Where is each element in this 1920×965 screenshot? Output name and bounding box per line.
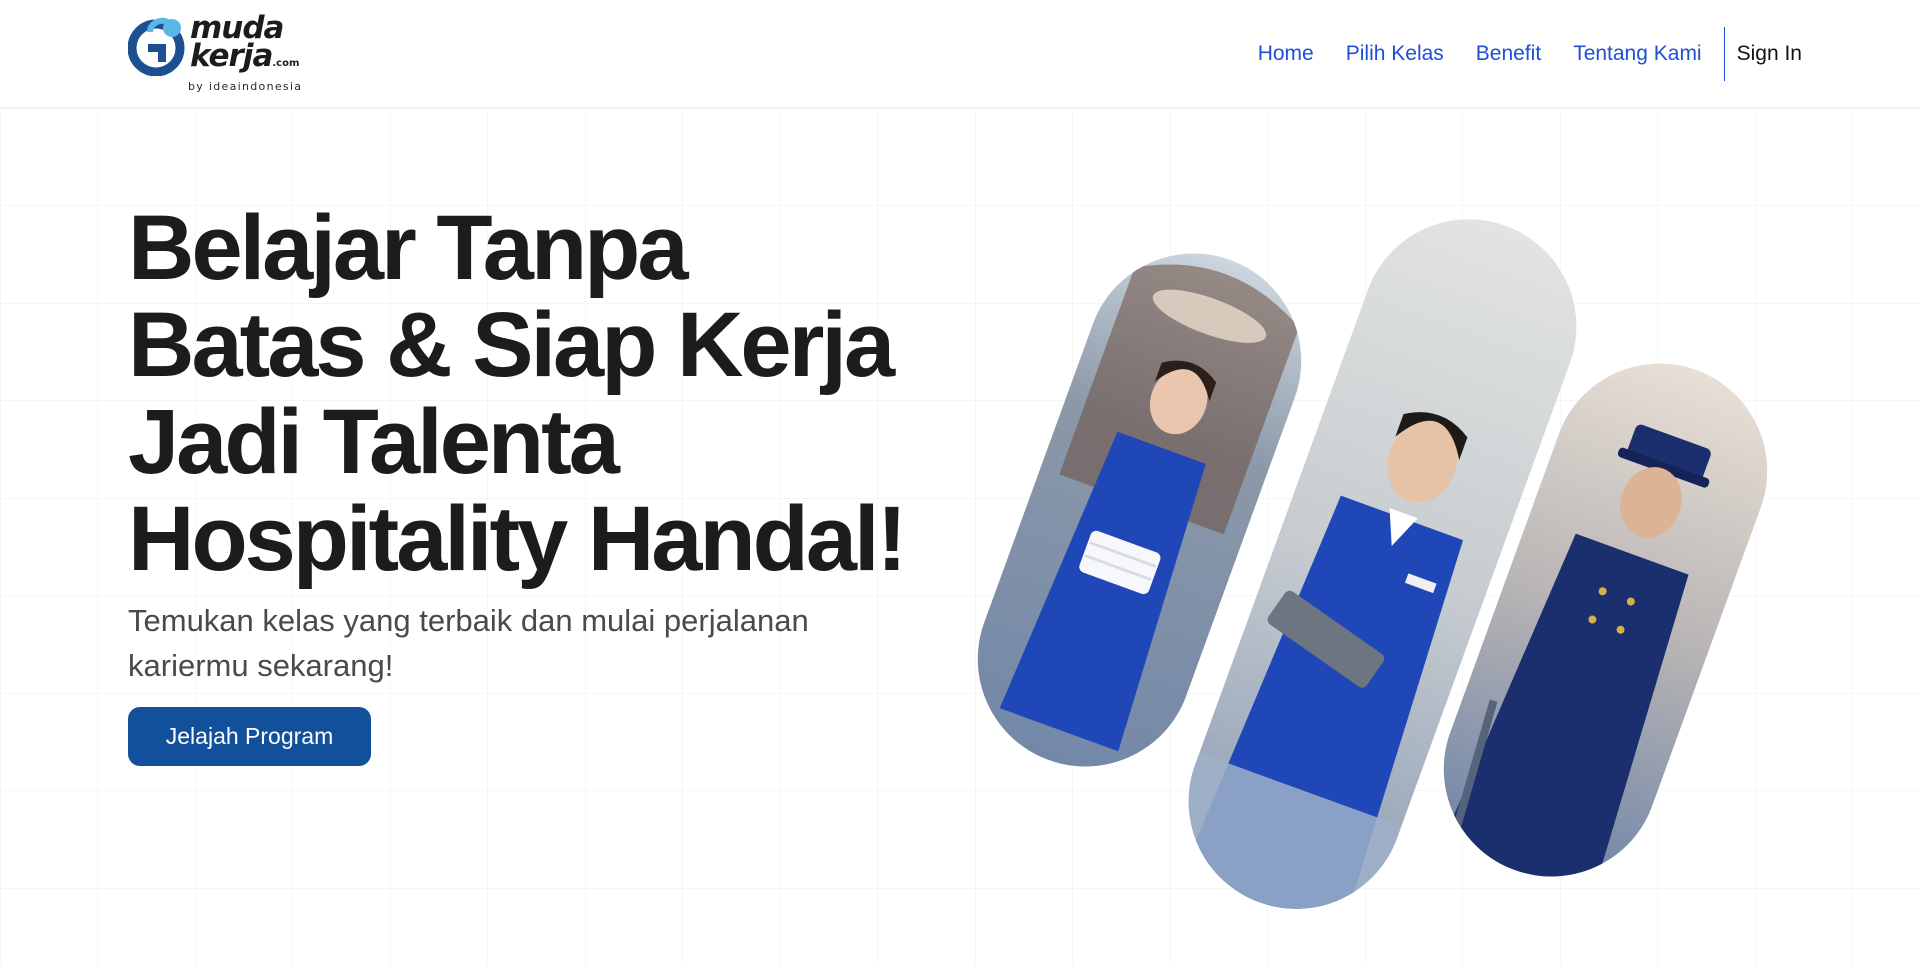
logo-word-kerja-text: kerja [190,38,273,74]
main-nav: Home Pilih Kelas Benefit Tentang Kami Si… [1226,26,1802,82]
hero-subtext: Temukan kelas yang terbaik dan mulai per… [128,598,888,688]
nav-item-tentang-kami[interactable]: Tentang Kami [1573,42,1701,66]
logo-word-kerja: kerja.com [190,41,300,78]
jelajah-program-button[interactable]: Jelajah Program [128,707,371,766]
logo-dotcom: .com [272,58,300,69]
hero-section: Belajar Tanpa Batas & Siap Kerja Jadi Ta… [0,108,1920,965]
logo-tagline: by ideaindonesia [188,80,303,93]
nav-item-home[interactable]: Home [1258,42,1314,66]
hero-headline-line-4: Hospitality Handal! [128,488,907,590]
nav-divider [1723,27,1725,81]
nav-item-benefit[interactable]: Benefit [1476,42,1541,66]
hero-headline-line-1: Belajar Tanpa [128,197,689,299]
hero-headline-line-2: Batas & Siap Kerja [128,294,895,396]
logo-wordmark: muda kerja.com [190,13,300,78]
hero-subtext-line-2: kariermu sekarang! [128,648,394,683]
sign-in-link[interactable]: Sign In [1737,42,1802,66]
nav-item-pilih-kelas[interactable]: Pilih Kelas [1346,42,1444,66]
logo-mark-icon [128,17,185,76]
hero-headline-line-3: Jadi Talenta [128,391,620,493]
hero-subtext-line-1: Temukan kelas yang terbaik dan mulai per… [128,603,809,638]
hero-headline: Belajar Tanpa Batas & Siap Kerja Jadi Ta… [128,200,1028,588]
mudakerja-logo[interactable]: muda kerja.com by ideaindonesia [128,10,328,96]
site-header: muda kerja.com by ideaindonesia Home Pil… [0,0,1920,108]
